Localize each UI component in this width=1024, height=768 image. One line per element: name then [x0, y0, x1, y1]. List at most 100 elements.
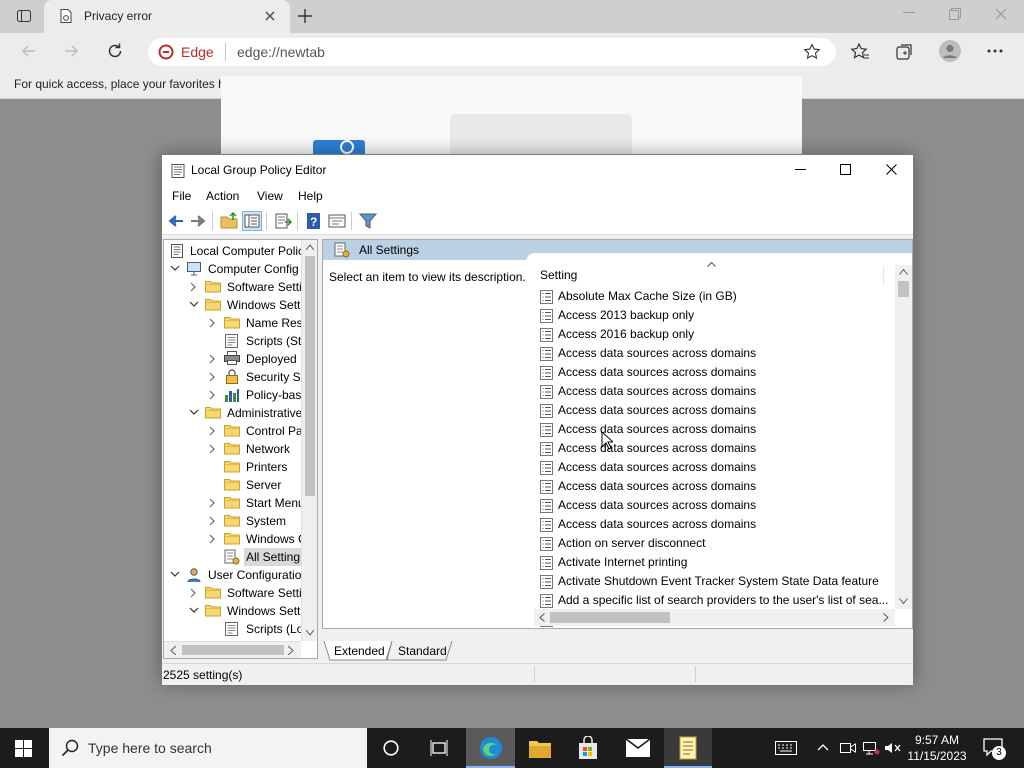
back-icon[interactable] — [20, 42, 38, 60]
start-windows-icon[interactable] — [15, 740, 32, 757]
refresh-icon[interactable] — [106, 42, 124, 60]
scroll-right-icon[interactable] — [883, 613, 889, 622]
tab-actions-icon[interactable] — [16, 8, 32, 24]
scroll-down-icon[interactable] — [306, 630, 314, 636]
taskbar-gpedit-app[interactable] — [664, 728, 712, 768]
new-tab-icon[interactable] — [297, 8, 313, 24]
setting-row[interactable]: Add a specific list of search providers … — [540, 591, 892, 610]
tree-item[interactable]: Policy-bas — [208, 386, 314, 404]
tab-extended[interactable]: Extended — [334, 644, 385, 658]
mail-icon[interactable] — [626, 739, 650, 757]
close-tab-icon[interactable] — [264, 10, 276, 22]
cortana-icon[interactable] — [383, 740, 399, 756]
tree-item[interactable]: System — [208, 512, 314, 530]
tree-item[interactable]: Deployed — [208, 350, 314, 368]
collapse-chevron-icon[interactable] — [189, 606, 199, 614]
profile-avatar[interactable] — [939, 40, 961, 62]
close-icon[interactable] — [886, 164, 897, 175]
forward-icon[interactable] — [62, 42, 80, 60]
tree-item[interactable]: Start Menu — [208, 494, 314, 512]
settings-hscroll-thumb[interactable] — [550, 612, 670, 623]
filter-icon[interactable] — [358, 211, 378, 231]
setting-row[interactable]: Activate Shutdown Event Tracker System S… — [540, 572, 892, 591]
window-title-bar[interactable]: Local Group Policy Editor — [162, 155, 913, 185]
scroll-up-icon[interactable] — [306, 244, 314, 250]
setting-row[interactable]: Access data sources across domains — [540, 439, 892, 458]
tree-item[interactable]: Printers — [208, 458, 314, 476]
tree-item[interactable]: Scripts (Lo — [208, 620, 314, 638]
scroll-down-icon[interactable] — [899, 598, 908, 604]
tab-standard[interactable]: Standard — [398, 644, 447, 658]
menu-help[interactable]: Help — [298, 189, 323, 203]
favorites-icon[interactable] — [850, 42, 870, 62]
setting-row[interactable]: Action on server disconnect — [540, 534, 892, 553]
maximize-icon[interactable] — [840, 164, 851, 175]
collapse-chevron-icon[interactable] — [170, 570, 180, 578]
tree-item[interactable]: Local Computer Polic — [166, 242, 314, 260]
more-options-icon[interactable] — [987, 49, 1003, 53]
sort-ascending-icon[interactable] — [707, 262, 716, 267]
expand-chevron-icon[interactable] — [208, 444, 216, 454]
expand-chevron-icon[interactable] — [208, 372, 216, 382]
expand-chevron-icon[interactable] — [189, 282, 197, 292]
tree-item[interactable]: Windows C — [208, 530, 314, 548]
minimize-browser-icon[interactable] — [903, 12, 915, 14]
tree-item[interactable]: Name Res — [208, 314, 314, 332]
expand-chevron-icon[interactable] — [208, 390, 216, 400]
restore-browser-icon[interactable] — [949, 8, 961, 20]
tree-vertical-scrollbar[interactable] — [301, 240, 317, 641]
show-hidden-icons-icon[interactable] — [817, 743, 829, 751]
system-clock[interactable]: 9:57 AM 11/15/2023 — [905, 732, 969, 764]
browser-tab[interactable]: Privacy error — [44, 0, 290, 33]
taskbar-edge-app[interactable] — [466, 728, 515, 768]
setting-row[interactable]: Access data sources across domains — [540, 382, 892, 401]
settings-scroll-thumb[interactable] — [898, 281, 909, 297]
scroll-right-icon[interactable] — [288, 646, 294, 655]
help-icon[interactable]: ? — [304, 211, 324, 231]
setting-row[interactable]: Access 2016 backup only — [540, 325, 892, 344]
minimize-icon[interactable] — [795, 169, 806, 171]
address-bar[interactable]: Edge edge://newtab — [148, 38, 836, 66]
scroll-left-icon[interactable] — [170, 646, 176, 655]
expand-chevron-icon[interactable] — [208, 534, 216, 544]
tree-item[interactable]: User Configuratio — [170, 566, 314, 584]
back-arrow-icon[interactable] — [166, 211, 186, 231]
tree-hscroll-thumb[interactable] — [182, 645, 284, 655]
menu-view[interactable]: View — [257, 189, 283, 203]
setting-row[interactable]: Access data sources across domains — [540, 344, 892, 363]
setting-row[interactable]: Access data sources across domains — [540, 477, 892, 496]
column-header-setting[interactable]: Setting — [540, 268, 577, 282]
expand-chevron-icon[interactable] — [208, 516, 216, 526]
keyboard-icon[interactable] — [775, 741, 797, 755]
store-icon[interactable] — [577, 736, 599, 760]
taskbar-search-box[interactable]: Type here to search — [49, 728, 367, 768]
tree-item[interactable]: Software Setti — [189, 278, 314, 296]
collapse-chevron-icon[interactable] — [189, 408, 199, 416]
tree-scroll-thumb[interactable] — [305, 256, 315, 496]
tree-item[interactable]: Control Pa — [208, 422, 314, 440]
setting-row[interactable]: Access data sources across domains — [540, 458, 892, 477]
tree-item[interactable]: All Setting — [208, 548, 314, 566]
export-list-icon[interactable] — [273, 211, 293, 231]
tree-item[interactable]: Software Setti — [189, 584, 314, 602]
expand-chevron-icon[interactable] — [208, 354, 216, 364]
tree-item[interactable]: Network — [208, 440, 314, 458]
file-explorer-icon[interactable] — [528, 737, 552, 759]
setting-row[interactable]: Access data sources across domains — [540, 515, 892, 534]
settings-horizontal-scrollbar[interactable] — [534, 609, 895, 626]
menu-action[interactable]: Action — [206, 189, 239, 203]
close-browser-icon[interactable] — [995, 8, 1007, 20]
tree-item[interactable]: Computer Config — [170, 260, 314, 278]
forward-arrow-icon[interactable] — [188, 211, 208, 231]
collections-icon[interactable] — [895, 42, 915, 62]
setting-row[interactable]: Access 2013 backup only — [540, 306, 892, 325]
expand-chevron-icon[interactable] — [189, 588, 197, 598]
url-text[interactable]: edge://newtab — [237, 44, 325, 60]
tree-horizontal-scrollbar[interactable] — [164, 641, 301, 658]
meet-now-icon[interactable] — [840, 741, 856, 755]
expand-chevron-icon[interactable] — [208, 426, 216, 436]
scroll-up-icon[interactable] — [899, 269, 908, 275]
setting-row[interactable]: Absolute Max Cache Size (in GB) — [540, 287, 892, 306]
setting-row[interactable]: Access data sources across domains — [540, 363, 892, 382]
tree-item[interactable]: Server — [208, 476, 314, 494]
